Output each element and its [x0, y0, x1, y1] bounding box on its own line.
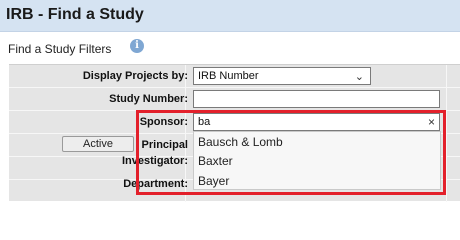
filters-section-label: Find a Study Filters — [8, 42, 112, 56]
study-number-label: Study Number: — [109, 93, 188, 105]
info-icon[interactable]: i — [130, 39, 144, 53]
page-title: IRB - Find a Study — [6, 6, 144, 23]
annotation-highlight-box — [136, 110, 446, 195]
display-projects-by-label: Display Projects by: — [82, 70, 188, 82]
active-button[interactable]: Active — [62, 136, 134, 152]
study-number-input[interactable] — [193, 90, 440, 108]
column-divider — [446, 65, 447, 202]
row-divider — [9, 87, 460, 88]
chevron-down-icon: ⌄ — [354, 71, 364, 83]
display-projects-by-select[interactable]: IRB Number ⌄ — [193, 67, 371, 85]
display-projects-by-value: IRB Number — [198, 70, 259, 82]
title-bar: IRB - Find a Study — [0, 0, 460, 32]
